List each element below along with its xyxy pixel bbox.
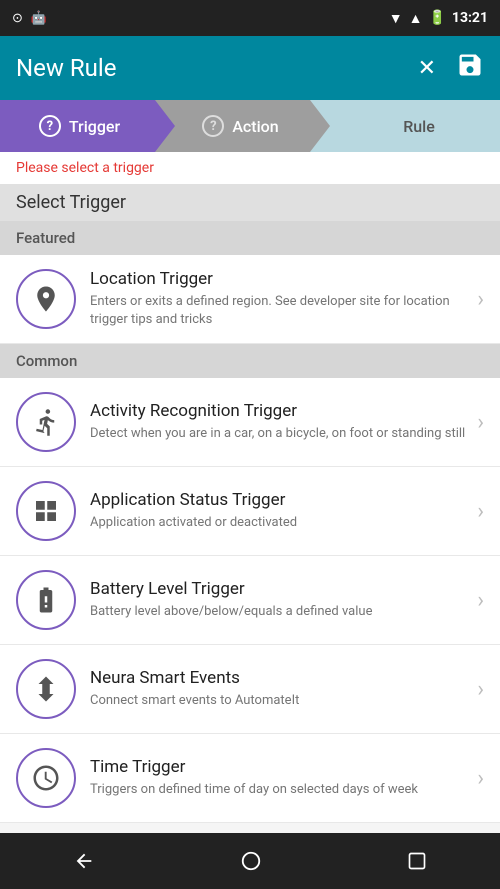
tab-rule[interactable]: Rule [310, 100, 500, 152]
activity-chevron-icon: › [477, 410, 484, 435]
bottom-navigation [0, 833, 500, 889]
location-trigger-title: Location Trigger [90, 269, 469, 289]
trigger-help-icon[interactable]: ? [39, 115, 61, 137]
neura-trigger-desc: Connect smart events to AutomateIt [90, 692, 469, 710]
trigger-item-application[interactable]: Application Status Trigger Application a… [0, 467, 500, 556]
save-button[interactable] [456, 51, 484, 85]
activity-trigger-title: Activity Recognition Trigger [90, 401, 469, 421]
neura-trigger-title: Neura Smart Events [90, 668, 469, 688]
trigger-item-neura[interactable]: Neura Smart Events Connect smart events … [0, 645, 500, 734]
category-common: Common [0, 344, 500, 378]
close-button[interactable]: ✕ [418, 56, 436, 81]
activity-trigger-text: Activity Recognition Trigger Detect when… [90, 401, 469, 443]
tab-trigger[interactable]: ? Trigger [0, 100, 175, 152]
header-actions: ✕ [418, 51, 484, 85]
error-message: Please select a trigger [0, 152, 500, 184]
battery-trigger-desc: Battery level above/below/equals a defin… [90, 603, 469, 621]
application-trigger-title: Application Status Trigger [90, 490, 469, 510]
time-trigger-text: Time Trigger Triggers on defined time of… [90, 757, 469, 799]
trigger-item-time[interactable]: Time Trigger Triggers on defined time of… [0, 734, 500, 823]
android-icon: 🤖 [31, 11, 47, 26]
trigger-item-activity[interactable]: Activity Recognition Trigger Detect when… [0, 378, 500, 467]
tab-trigger-label: Trigger [69, 117, 120, 136]
battery-trigger-title: Battery Level Trigger [90, 579, 469, 599]
battery-icon: 🔋 [428, 10, 445, 26]
signal-icon: ▲ [409, 10, 423, 27]
tab-bar: ? Trigger ? Action Rule [0, 100, 500, 152]
location-icon-container [16, 269, 76, 329]
tab-action[interactable]: ? Action [155, 100, 330, 152]
status-bar: ⊙ 🤖 ▼ ▲ 🔋 13:21 [0, 0, 500, 36]
content-area: Please select a trigger Select Trigger F… [0, 152, 500, 833]
wifi-icon: ▼ [389, 10, 403, 27]
recents-button[interactable] [407, 851, 427, 871]
application-trigger-text: Application Status Trigger Application a… [90, 490, 469, 532]
battery-chevron-icon: › [477, 588, 484, 613]
battery-trigger-text: Battery Level Trigger Battery level abov… [90, 579, 469, 621]
page-title: New Rule [16, 54, 116, 82]
neura-trigger-text: Neura Smart Events Connect smart events … [90, 668, 469, 710]
time-icon-container [16, 748, 76, 808]
activity-trigger-desc: Detect when you are in a car, on a bicyc… [90, 425, 469, 443]
trigger-item-location[interactable]: Location Trigger Enters or exits a defin… [0, 255, 500, 344]
activity-icon-container [16, 392, 76, 452]
tab-rule-label: Rule [403, 117, 435, 136]
status-bar-right: ▼ ▲ 🔋 13:21 [389, 10, 488, 27]
section-title: Select Trigger [0, 184, 500, 221]
location-chevron-icon: › [477, 287, 484, 312]
time-trigger-title: Time Trigger [90, 757, 469, 777]
neura-icon-container [16, 659, 76, 719]
time-display: 13:21 [452, 10, 488, 26]
tab-action-label: Action [232, 117, 278, 136]
circle-icon: ⊙ [12, 11, 23, 26]
action-help-icon[interactable]: ? [202, 115, 224, 137]
header: New Rule ✕ [0, 36, 500, 100]
status-bar-left: ⊙ 🤖 [12, 11, 47, 26]
application-chevron-icon: › [477, 499, 484, 524]
time-chevron-icon: › [477, 766, 484, 791]
category-featured: Featured [0, 221, 500, 255]
neura-chevron-icon: › [477, 677, 484, 702]
time-trigger-desc: Triggers on defined time of day on selec… [90, 781, 469, 799]
location-trigger-desc: Enters or exits a defined region. See de… [90, 293, 469, 329]
trigger-item-battery[interactable]: Battery Level Trigger Battery level abov… [0, 556, 500, 645]
back-button[interactable] [73, 850, 95, 872]
application-icon-container [16, 481, 76, 541]
home-button[interactable] [240, 850, 262, 872]
location-trigger-text: Location Trigger Enters or exits a defin… [90, 269, 469, 329]
application-trigger-desc: Application activated or deactivated [90, 514, 469, 532]
battery-level-icon-container [16, 570, 76, 630]
